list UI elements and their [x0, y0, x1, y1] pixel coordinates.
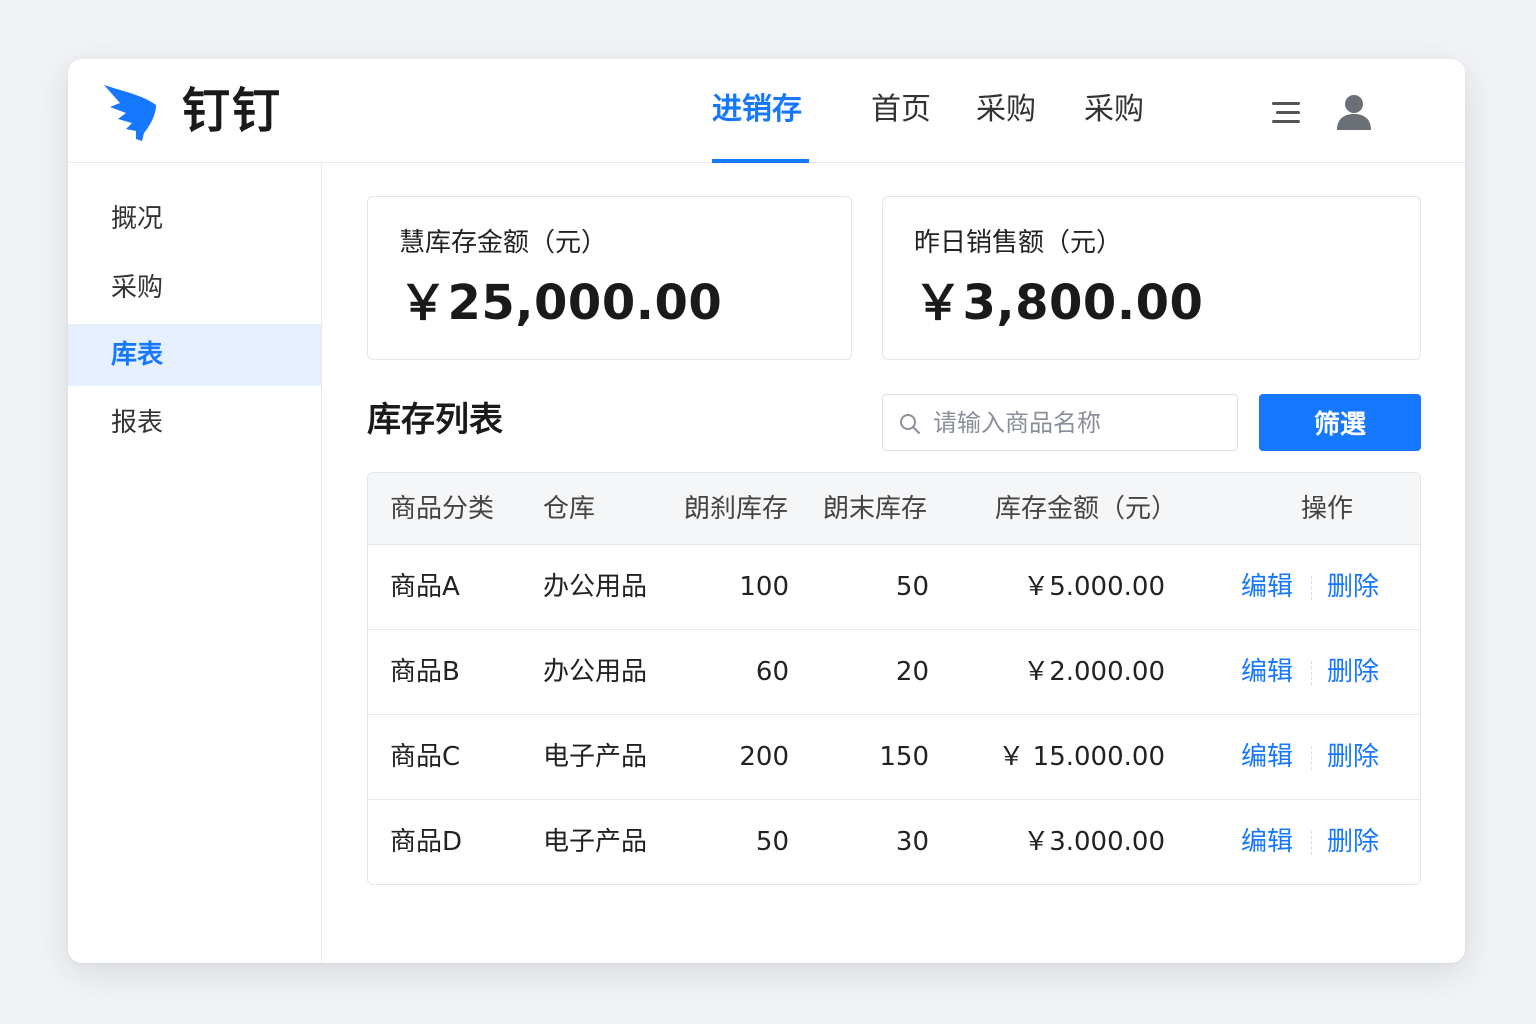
cell-opening-stock: 50: [755, 827, 789, 857]
dingtalk-logo-icon: [104, 85, 156, 141]
cell-stock-amount: ￥ 15.000.00: [998, 742, 1165, 772]
action-divider: [1311, 831, 1313, 855]
menu-icon[interactable]: [1270, 97, 1302, 129]
table-row: 商品D 电子产品 50 30 ￥3.000.00 编辑 删除: [368, 800, 1420, 884]
cell-product-name: 商品B: [390, 657, 460, 687]
column-header-opening-stock: 朗刹库存: [684, 494, 789, 524]
sidebar-item-purchase[interactable]: 采购: [68, 257, 321, 319]
stat-label: 慧库存金额（元）: [399, 228, 608, 258]
cell-stock-amount: ￥3.000.00: [1023, 827, 1165, 857]
app-name: 钉钉: [182, 83, 283, 139]
delete-link[interactable]: 删除: [1327, 545, 1379, 630]
cell-product-name: 商品A: [390, 572, 460, 602]
cell-stock-amount: ￥2.000.00: [1023, 657, 1165, 687]
cell-warehouse: 电子产品: [543, 742, 648, 772]
cell-closing-stock: 30: [895, 827, 929, 857]
column-header-actions: 操作: [1301, 494, 1354, 524]
column-header-category: 商品分类: [390, 494, 495, 524]
cell-warehouse: 办公用品: [543, 572, 648, 602]
stat-value: ￥25,000.00: [399, 275, 723, 331]
sidebar-item-inventory[interactable]: 库表: [68, 324, 321, 386]
top-header: 钉钉 进销存 首页 采购 采购: [68, 59, 1465, 163]
action-divider: [1311, 746, 1313, 770]
cell-closing-stock: 20: [895, 657, 929, 687]
inventory-list-title: 库存列表: [367, 400, 503, 440]
stat-card-inventory-value: 慧库存金额（元） ￥25,000.00: [367, 196, 852, 360]
table-row: 商品C 电子产品 200 150 ￥ 15.000.00 编辑 删除: [368, 715, 1420, 800]
table-row: 商品B 办公用品 60 20 ￥2.000.00 编辑 删除: [368, 630, 1420, 715]
cell-product-name: 商品C: [390, 742, 461, 772]
inventory-table: 商品分类 仓库 朗刹库存 朗末库存 库存金额（元） 操作 商品A 办公用品 10…: [367, 472, 1421, 885]
column-header-closing-stock: 朗末库存: [823, 494, 928, 524]
cell-opening-stock: 200: [739, 742, 789, 772]
sidebar-item-overview[interactable]: 摡况: [68, 188, 321, 250]
table-row: 商品A 办公用品 100 50 ￥5.000.00 编辑 删除: [368, 545, 1420, 630]
search-box[interactable]: [882, 394, 1238, 451]
stat-card-yesterday-sales: 昨日销售额（元） ￥3,800.00: [882, 196, 1421, 360]
cell-stock-amount: ￥5.000.00: [1023, 572, 1165, 602]
app-window: 钉钉 进销存 首页 采购 采购 摡况 采购 库表 报表 慧库存金额（元） ￥25…: [68, 59, 1465, 963]
edit-link[interactable]: 编辑: [1241, 545, 1293, 630]
action-divider: [1311, 661, 1313, 685]
sidebar: 摡况 采购 库表 报表: [68, 163, 322, 963]
delete-link[interactable]: 删除: [1327, 630, 1379, 715]
stat-label: 昨日销售额（元）: [914, 228, 1123, 258]
filter-button[interactable]: 筛選: [1259, 394, 1421, 451]
edit-link[interactable]: 编辑: [1241, 630, 1293, 715]
cell-product-name: 商品D: [390, 827, 463, 857]
action-divider: [1311, 576, 1313, 600]
active-tab-indicator: [712, 159, 809, 163]
cell-warehouse: 电子产品: [543, 827, 648, 857]
cell-warehouse: 办公用品: [543, 657, 648, 687]
table-header: 商品分类 仓库 朗刹库存 朗末库存 库存金额（元） 操作: [368, 473, 1420, 545]
delete-link[interactable]: 删除: [1327, 715, 1379, 800]
user-avatar-icon[interactable]: [1334, 92, 1374, 132]
cell-closing-stock: 150: [879, 742, 929, 772]
column-header-stock-amount: 库存金额（元）: [995, 494, 1178, 524]
cell-opening-stock: 60: [755, 657, 789, 687]
tab-purchase[interactable]: 采购: [976, 87, 1036, 133]
tab-purchase-2[interactable]: 采购: [1084, 87, 1144, 133]
edit-link[interactable]: 编辑: [1241, 800, 1293, 884]
search-input[interactable]: [933, 395, 1229, 450]
edit-link[interactable]: 编辑: [1241, 715, 1293, 800]
sidebar-item-reports[interactable]: 报表: [68, 392, 321, 454]
delete-link[interactable]: 删除: [1327, 800, 1379, 884]
stat-value: ￥3,800.00: [914, 275, 1204, 331]
tab-home[interactable]: 首页: [871, 87, 931, 133]
cell-closing-stock: 50: [895, 572, 929, 602]
cell-opening-stock: 100: [739, 572, 789, 602]
tab-jinxiaocun[interactable]: 进销存: [712, 87, 802, 133]
search-icon: [900, 414, 920, 434]
column-header-warehouse: 仓库: [543, 494, 596, 524]
